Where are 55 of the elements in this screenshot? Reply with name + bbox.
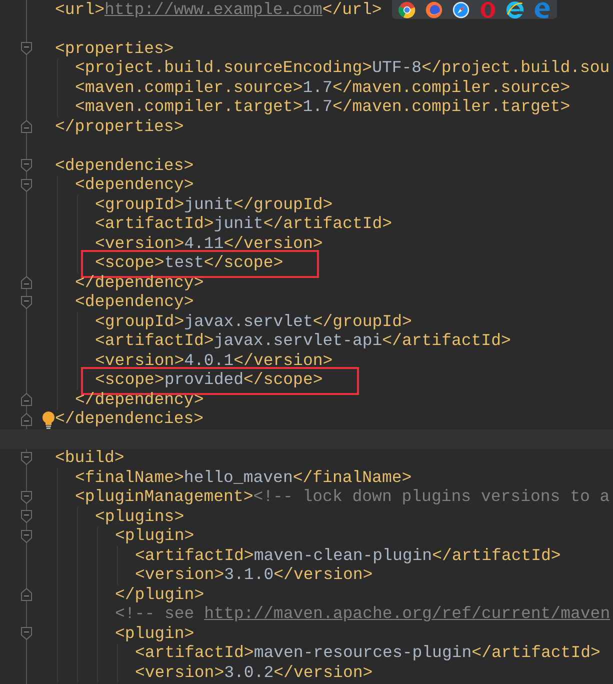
code-line: <dependency> — [75, 292, 194, 312]
fold-open-icon[interactable] — [21, 42, 32, 55]
code-line: <scope>test</scope> — [95, 253, 284, 272]
code-line: <maven.compiler.target>1.7</maven.compiler.target> — [75, 97, 570, 116]
fold-open-icon[interactable] — [21, 159, 32, 172]
code-line: <artifactId>javax.servlet-api</artifactId> — [95, 331, 511, 350]
code-line: <url>http://www.example.com</url> — [55, 0, 382, 19]
code-line: <dependency> — [75, 175, 194, 194]
fold-close-icon[interactable] — [21, 588, 32, 601]
fox-globe-icon[interactable] — [425, 0, 443, 18]
fold-open-icon[interactable] — [21, 178, 32, 192]
ring-o-icon[interactable] — [479, 0, 497, 18]
fold-open-icon[interactable] — [21, 627, 32, 640]
fold-open-icon[interactable] — [21, 510, 32, 523]
code-line: <properties> — [55, 38, 174, 58]
fold-close-icon[interactable] — [21, 412, 32, 426]
code-line: </dependency> — [75, 272, 204, 292]
code-line: <groupId>junit</groupId> — [95, 194, 333, 214]
code-line: <maven.compiler.source>1.7</maven.compiler.source> — [75, 78, 570, 97]
fold-open-icon[interactable] — [21, 490, 32, 504]
fold-close-icon[interactable] — [21, 120, 32, 133]
code-line: <plugin> — [115, 526, 194, 546]
chrome-style-icon[interactable] — [398, 0, 416, 18]
fold-close-icon[interactable] — [21, 393, 32, 406]
code-line: <!-- see http://maven.apache.org/ref/current/maven — [115, 604, 610, 624]
code-line: <version>4.11</version> — [95, 234, 323, 253]
code-line: <finalName>hello_maven</finalName> — [75, 468, 412, 487]
link[interactable]: http://www.example.com — [104, 0, 322, 19]
code-line: <groupId>javax.servlet</groupId> — [95, 312, 412, 331]
code-line: <plugins> — [95, 506, 184, 526]
e-globe-icon[interactable] — [506, 0, 524, 18]
code-line: <pluginManagement><!-- lock down plugins versions to a — [75, 487, 610, 506]
code-line: </properties> — [55, 116, 184, 136]
code-line: </dependencies> — [55, 409, 204, 428]
link[interactable]: http://maven.apache.org/ref/current/maven — [204, 604, 610, 624]
compass-icon[interactable] — [452, 0, 470, 18]
code-line: <artifactId>maven-resources-plugin</artifactId> — [135, 643, 600, 662]
code-line: <build> — [55, 448, 124, 468]
fold-close-icon[interactable] — [21, 276, 32, 289]
fold-open-icon[interactable] — [21, 452, 32, 464]
code-line: <scope>provided</scope> — [95, 370, 323, 390]
code-line: </dependency> — [75, 390, 204, 409]
wave-e-icon[interactable] — [533, 0, 551, 18]
code-line: <dependencies> — [55, 156, 194, 175]
code-line: <plugin> — [115, 624, 194, 643]
code-line: <artifactId>junit</artifactId> — [95, 214, 392, 234]
lightbulb-icon[interactable] — [42, 410, 55, 428]
fold-open-icon[interactable] — [21, 296, 32, 308]
code-line: <version>3.0.2</version> — [135, 662, 373, 682]
code-line: </plugin> — [115, 584, 204, 604]
code-line: <artifactId>maven-clean-plugin</artifactId> — [135, 546, 561, 565]
code-line: <project.build.sourceEncoding>UTF-8</project.build.sou — [75, 58, 610, 78]
code-line: <version>3.1.0</version> — [135, 565, 373, 584]
code-line: <version>4.0.1</version> — [95, 350, 333, 370]
fold-open-icon[interactable] — [21, 530, 32, 542]
